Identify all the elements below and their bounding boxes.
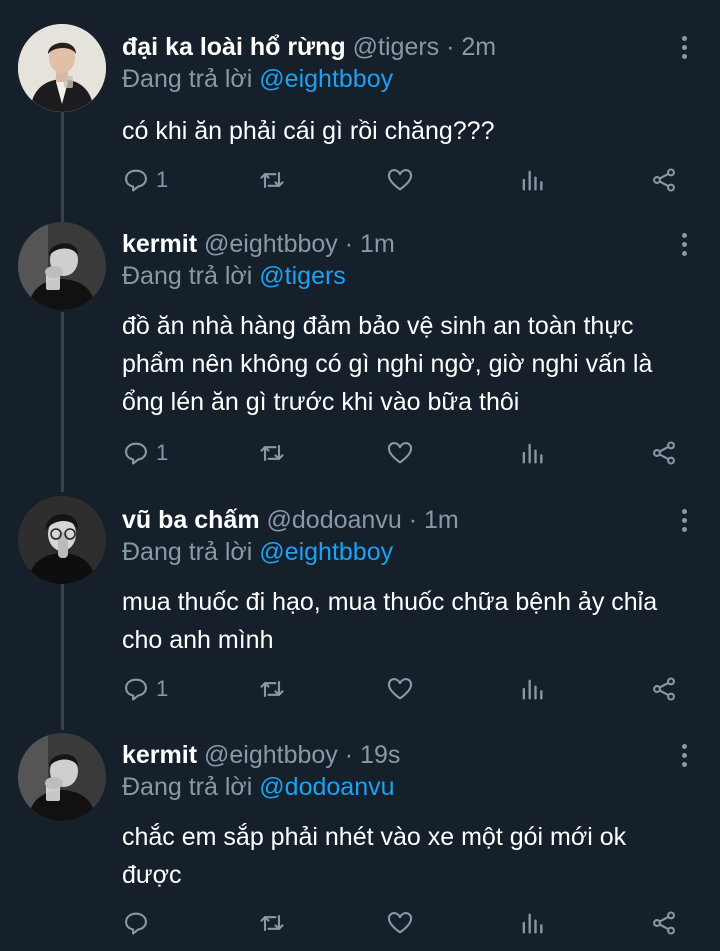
share-icon	[653, 677, 675, 701]
tweet-text-line: được	[122, 861, 182, 889]
reply-button[interactable]	[122, 906, 156, 940]
tweet-text: có khi ăn phải cái gì rồi chăng???	[122, 112, 692, 150]
analytics-icon	[522, 170, 543, 191]
reply-button[interactable]: 1	[122, 163, 168, 197]
reply-button[interactable]: 1	[122, 436, 168, 470]
more-vertical-icon[interactable]	[672, 740, 696, 770]
analytics-button[interactable]	[518, 436, 546, 470]
replying-to: Đang trả lời @tigers	[122, 259, 346, 293]
more-vertical-icon[interactable]	[672, 32, 696, 62]
action-bar: 1	[122, 163, 692, 197]
heart-icon	[387, 912, 413, 934]
retweet-button[interactable]	[258, 163, 286, 197]
share-button[interactable]	[650, 672, 678, 706]
tweet[interactable]: kermit @eightbboy · 19s Đang trả lời @do…	[0, 733, 720, 948]
display-name[interactable]: vũ ba chấm	[122, 506, 260, 534]
tweet-text: đồ ăn nhà hàng đảm bảo vệ sinh an toàn t…	[122, 307, 692, 421]
replying-to: Đang trả lời @dodoanvu	[122, 770, 395, 804]
timestamp[interactable]: · 2m	[446, 33, 496, 61]
tweet-text: mua thuốc đi hạo, mua thuốc chữa bệnh ảy…	[122, 583, 692, 659]
reply-icon	[125, 678, 147, 701]
action-bar	[122, 906, 692, 940]
like-button[interactable]	[386, 906, 414, 940]
replying-label: Đang trả lời	[122, 773, 253, 801]
like-button[interactable]	[386, 163, 414, 197]
tweet-text-line: chắc em sắp phải nhét vào xe một gói mới…	[122, 823, 627, 851]
share-icon	[653, 911, 675, 935]
replying-label: Đang trả lời	[122, 538, 253, 566]
handle[interactable]: @dodoanvu	[267, 506, 402, 534]
tweet[interactable]: vũ ba chấm @dodoanvu · 1m Đang trả lời @…	[0, 496, 720, 713]
tweet-header: vũ ba chấm @dodoanvu · 1m	[122, 503, 459, 537]
timestamp[interactable]: · 1m	[409, 506, 459, 534]
analytics-icon	[522, 679, 543, 700]
tweet-text-line: có khi ăn phải cái gì rồi chăng???	[122, 117, 495, 145]
tweet-text-line: ổng lén ăn gì trước khi vào bữa thôi	[122, 388, 520, 416]
handle[interactable]: @tigers	[353, 33, 440, 61]
mention-link[interactable]: @eightbboy	[259, 538, 393, 566]
analytics-button[interactable]	[518, 906, 546, 940]
reply-icon	[125, 912, 147, 935]
reply-count: 1	[156, 440, 169, 465]
display-name[interactable]: kermit	[122, 741, 197, 769]
retweet-icon	[260, 680, 284, 698]
more-vertical-icon[interactable]	[672, 505, 696, 535]
share-button[interactable]	[650, 436, 678, 470]
tweet[interactable]: kermit @eightbboy · 1m Đang trả lời @tig…	[0, 222, 720, 477]
retweet-icon	[260, 171, 284, 189]
avatar[interactable]	[18, 733, 106, 821]
analytics-icon	[522, 443, 543, 464]
share-button[interactable]	[650, 906, 678, 940]
tweet-header: đại ka loài hổ rừng @tigers · 2m	[122, 30, 496, 64]
analytics-icon	[522, 913, 543, 934]
mention-link[interactable]: @dodoanvu	[259, 773, 394, 801]
replying-label: Đang trả lời	[122, 65, 253, 93]
like-button[interactable]	[386, 436, 414, 470]
share-icon	[653, 441, 675, 465]
reply-icon	[125, 169, 147, 192]
replying-to: Đang trả lời @eightbboy	[122, 62, 393, 96]
tweet-text-line: mua thuốc đi hạo, mua thuốc chữa bệnh ảy…	[122, 588, 658, 616]
retweet-button[interactable]	[258, 436, 286, 470]
replying-label: Đang trả lời	[122, 262, 253, 290]
heart-icon	[387, 169, 413, 191]
mention-link[interactable]: @eightbboy	[259, 65, 393, 93]
reply-count: 1	[156, 167, 169, 192]
tweet-header: kermit @eightbboy · 19s	[122, 738, 400, 772]
action-bar: 1	[122, 436, 692, 470]
tweet-text: chắc em sắp phải nhét vào xe một gói mới…	[122, 818, 692, 894]
action-bar: 1	[122, 672, 692, 706]
tweet-text-line: cho anh mình	[122, 626, 274, 654]
timestamp[interactable]: · 1m	[345, 230, 395, 258]
more-vertical-icon[interactable]	[672, 229, 696, 259]
share-button[interactable]	[650, 163, 678, 197]
retweet-icon	[260, 914, 284, 932]
mention-link[interactable]: @tigers	[259, 262, 346, 290]
avatar[interactable]	[18, 496, 106, 584]
avatar[interactable]	[18, 222, 106, 310]
avatar[interactable]	[18, 24, 106, 112]
share-icon	[653, 168, 675, 192]
display-name[interactable]: kermit	[122, 230, 197, 258]
retweet-button[interactable]	[258, 906, 286, 940]
handle[interactable]: @eightbboy	[204, 230, 338, 258]
reply-count: 1	[156, 676, 169, 701]
display-name[interactable]: đại ka loài hổ rừng	[122, 33, 346, 61]
tweet-text-line: phẩm nên không có gì nghi ngờ, giờ nghi …	[122, 350, 653, 378]
like-button[interactable]	[386, 672, 414, 706]
heart-icon	[387, 442, 413, 464]
retweet-button[interactable]	[258, 672, 286, 706]
replying-to: Đang trả lời @eightbboy	[122, 535, 393, 569]
reply-icon	[125, 442, 147, 465]
reply-button[interactable]: 1	[122, 672, 168, 706]
timestamp[interactable]: · 19s	[345, 741, 401, 769]
tweet-header: kermit @eightbboy · 1m	[122, 227, 395, 261]
analytics-button[interactable]	[518, 163, 546, 197]
retweet-icon	[260, 444, 284, 462]
tweet-text-line: đồ ăn nhà hàng đảm bảo vệ sinh an toàn t…	[122, 312, 634, 340]
heart-icon	[387, 678, 413, 700]
analytics-button[interactable]	[518, 672, 546, 706]
tweet[interactable]: đại ka loài hổ rừng @tigers · 2m Đang tr…	[0, 24, 720, 200]
handle[interactable]: @eightbboy	[204, 741, 338, 769]
